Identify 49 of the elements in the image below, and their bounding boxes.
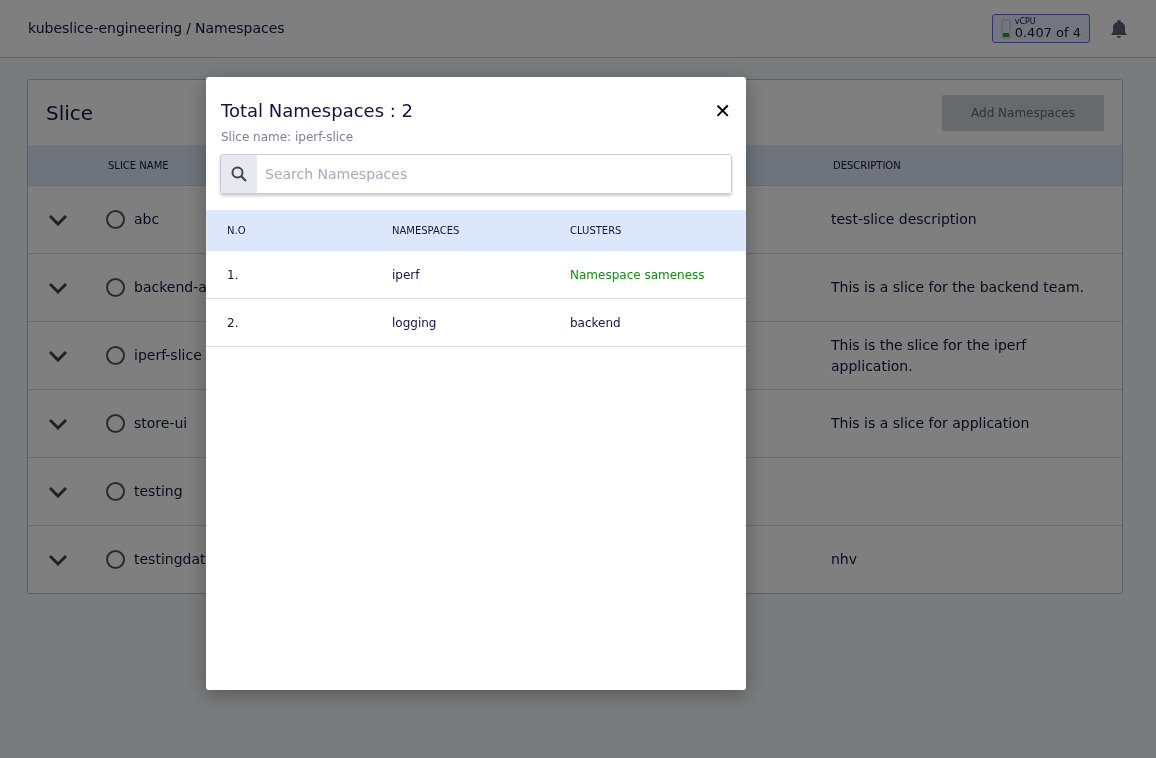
column-header: CLUSTERS xyxy=(570,225,622,236)
slice-name: backend-a xyxy=(134,278,207,297)
row-number: 1. xyxy=(227,267,239,282)
vcpu-widget[interactable]: vCPU 0.407 of 4 xyxy=(991,14,1090,43)
bell-icon[interactable] xyxy=(1110,18,1128,39)
column-header: SLICE NAME xyxy=(108,159,169,171)
search-icon xyxy=(231,166,247,182)
chevron-icon[interactable] xyxy=(48,214,68,226)
chevron-icon[interactable] xyxy=(48,350,68,362)
slice-name: iperf-slice xyxy=(134,346,202,365)
vcpu-label: vCPU xyxy=(1014,18,1037,26)
search-field[interactable]: Search Namespaces xyxy=(220,154,732,194)
breadcrumb-separator: / xyxy=(186,19,191,38)
namespace-cell: logging xyxy=(392,315,437,330)
card-title: Slice xyxy=(45,99,95,127)
slice-description: This is the slice for the iperf application. xyxy=(831,335,1028,376)
cluster-cell: Namespace sameness xyxy=(570,267,705,282)
radio-button[interactable] xyxy=(106,414,125,433)
chevron-icon[interactable] xyxy=(48,554,68,566)
column-header: DESCRIPTION xyxy=(833,159,901,171)
slice-description: This is a slice for the backend team. xyxy=(831,278,1086,297)
slice-description: nhv xyxy=(831,550,859,569)
slice-description: test-slice description xyxy=(831,210,978,229)
column-header: N.O xyxy=(227,225,246,236)
row-number: 2. xyxy=(227,315,239,330)
slice-name: testingdat xyxy=(134,550,206,569)
chevron-icon[interactable] xyxy=(48,486,68,498)
column-header: NAMESPACES xyxy=(392,225,460,236)
chevron-icon[interactable] xyxy=(48,418,68,430)
dialog-subtitle: Slice name: iperf-slice xyxy=(221,129,355,146)
vcpu-value: 0.407 xyxy=(1014,25,1052,40)
slice-name: testing xyxy=(134,482,183,501)
slice-name: store-ui xyxy=(134,414,188,433)
dialog-title: Total Namespaces : 2 xyxy=(221,99,413,123)
close-button[interactable]: ✕ xyxy=(714,101,731,121)
radio-button[interactable] xyxy=(106,482,125,501)
breadcrumb-link[interactable]: kubeslice-engineering xyxy=(28,18,183,39)
namespace-cell: iperf xyxy=(392,267,420,282)
breadcrumb-current: Namespaces xyxy=(195,19,285,38)
radio-button[interactable] xyxy=(106,346,125,365)
cluster-cell: backend xyxy=(570,315,621,330)
slice-name: abc xyxy=(134,210,160,229)
radio-button[interactable] xyxy=(106,278,125,297)
radio-button[interactable] xyxy=(106,210,125,229)
slice-description: This is a slice for application xyxy=(831,414,1031,433)
vcpu-total: of 4 xyxy=(1056,25,1081,40)
radio-button[interactable] xyxy=(106,550,125,569)
chevron-icon[interactable] xyxy=(48,282,68,294)
battery-icon xyxy=(1000,18,1011,39)
